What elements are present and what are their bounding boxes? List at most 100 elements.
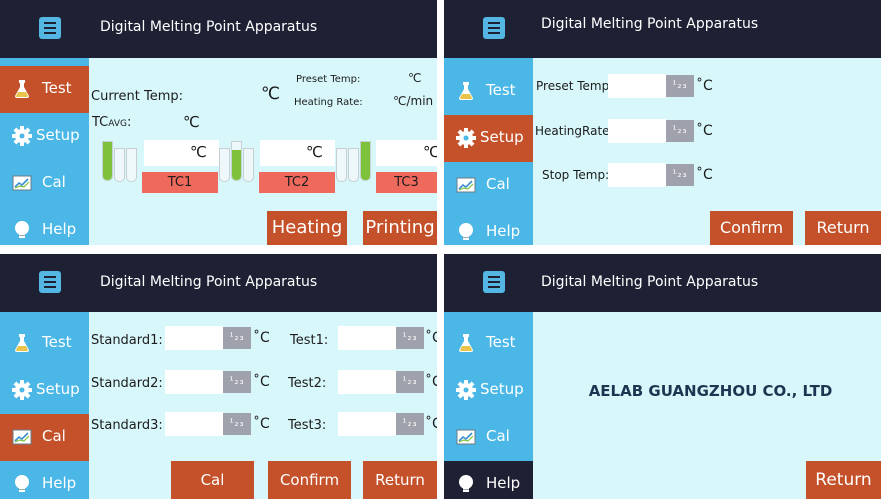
bulb-icon xyxy=(12,220,32,240)
capillary-tube xyxy=(348,148,359,182)
tc1-label: TC1 xyxy=(142,172,218,193)
standard1-unit: ˚C xyxy=(253,330,270,346)
return-button[interactable]: Return xyxy=(806,461,881,499)
app-title: Digital Melting Point Apparatus xyxy=(100,274,318,290)
nav-setup[interactable]: Setup xyxy=(0,367,89,414)
tc2-label: TC2 xyxy=(259,172,335,193)
heating-rate-unit: ˚C xyxy=(696,123,713,139)
menu-icon[interactable] xyxy=(39,271,61,293)
test3-input[interactable] xyxy=(338,412,396,436)
standard2-label: Standard2: xyxy=(91,376,163,391)
nav-help[interactable]: Help xyxy=(444,461,533,499)
current-temp-unit: ℃ xyxy=(261,84,281,104)
test1-input[interactable] xyxy=(338,326,396,350)
nav-test[interactable]: Test xyxy=(0,320,89,367)
standard1-label: Standard1: xyxy=(91,333,163,348)
capillary-tube xyxy=(114,148,125,182)
confirm-button[interactable]: Confirm xyxy=(268,461,351,499)
preset-temp-unit: ℃ xyxy=(408,71,422,85)
nav-help[interactable]: Help xyxy=(444,209,533,245)
stop-temp-unit: ˚C xyxy=(696,167,713,183)
standard2-input[interactable] xyxy=(165,370,223,394)
keypad-icon[interactable]: ¹₂₃ xyxy=(666,75,694,97)
test2-input[interactable] xyxy=(338,370,396,394)
nav-setup[interactable]: Setup xyxy=(444,115,533,162)
test1-unit: ˚C xyxy=(425,330,437,346)
standard3-input[interactable] xyxy=(165,412,223,436)
flask-icon xyxy=(12,333,32,353)
standard2-unit: ˚C xyxy=(253,374,270,390)
chart-icon xyxy=(456,175,476,195)
keypad-icon[interactable]: ¹₂₃ xyxy=(223,371,251,393)
keypad-icon[interactable]: ¹₂₃ xyxy=(666,120,694,142)
nav-cal[interactable]: Cal xyxy=(0,414,89,461)
keypad-icon[interactable]: ¹₂₃ xyxy=(223,327,251,349)
tc1-unit: ℃ xyxy=(190,143,207,161)
nav-cal[interactable]: Cal xyxy=(0,160,89,207)
tc3-unit: ℃ xyxy=(423,143,437,161)
preset-temp-label: Preset Temp: xyxy=(536,79,614,93)
preset-temp-label: Preset Temp: xyxy=(296,74,361,85)
nav-cal[interactable]: Cal xyxy=(444,414,533,461)
keypad-icon[interactable]: ¹₂₃ xyxy=(396,327,424,349)
gear-icon xyxy=(12,380,32,400)
menu-icon[interactable] xyxy=(483,271,505,293)
menu-icon[interactable] xyxy=(39,17,61,39)
nav-test[interactable]: Test xyxy=(444,68,533,115)
standard3-label: Standard3: xyxy=(91,418,163,433)
return-button[interactable]: Return xyxy=(805,211,881,245)
stop-temp-input[interactable] xyxy=(608,163,666,187)
app-title: Digital Melting Point Apparatus xyxy=(100,19,318,35)
return-button[interactable]: Return xyxy=(363,461,437,499)
capillary-tube xyxy=(336,148,347,182)
capillary-tube xyxy=(219,148,230,182)
tube-fill xyxy=(103,142,112,180)
bulb-icon xyxy=(456,474,476,494)
chart-icon xyxy=(456,427,476,447)
tc-avg-label-sub: AVG xyxy=(108,119,127,129)
capillary-tube xyxy=(126,148,137,182)
tc-avg-label-main: TC xyxy=(92,115,109,130)
keypad-icon[interactable]: ¹₂₃ xyxy=(666,164,694,186)
nav-cal-label: Cal xyxy=(42,173,66,191)
help-screen-panel: Digital Melting Point Apparatus Test Set… xyxy=(444,254,881,499)
test2-unit: ˚C xyxy=(425,374,437,390)
printing-button[interactable]: Printing xyxy=(363,211,437,245)
setup-screen-panel: Digital Melting Point Apparatus Test Set… xyxy=(444,0,881,245)
current-temp-label: Current Temp: xyxy=(91,89,183,104)
tc1-value-field xyxy=(144,140,219,166)
nav-test[interactable]: Test xyxy=(444,320,533,367)
nav-test[interactable]: Test xyxy=(0,66,89,113)
keypad-icon[interactable]: ¹₂₃ xyxy=(396,413,424,435)
tc-avg-label: TCAVG: xyxy=(92,115,131,130)
gear-icon xyxy=(12,126,32,146)
heating-rate-input[interactable] xyxy=(608,119,666,143)
standard1-input[interactable] xyxy=(165,326,223,350)
nav-setup-label: Setup xyxy=(480,380,524,398)
tube-fill xyxy=(361,142,370,180)
menu-icon[interactable] xyxy=(483,17,505,39)
nav-setup[interactable]: Setup xyxy=(444,367,533,414)
confirm-button[interactable]: Confirm xyxy=(710,211,793,245)
heating-button[interactable]: Heating xyxy=(267,211,347,245)
sidebar: Test Setup Cal Help xyxy=(0,312,89,499)
nav-help[interactable]: Help xyxy=(0,207,89,245)
gear-icon xyxy=(456,128,476,148)
chart-icon xyxy=(12,427,32,447)
flask-icon xyxy=(456,333,476,353)
keypad-icon[interactable]: ¹₂₃ xyxy=(396,371,424,393)
nav-help[interactable]: Help xyxy=(0,461,89,499)
nav-cal-label: Cal xyxy=(486,427,510,445)
sidebar: Test Setup Cal Help xyxy=(0,58,89,245)
nav-cal[interactable]: Cal xyxy=(444,162,533,209)
heating-rate-unit: ℃/min xyxy=(393,94,434,108)
cal-button[interactable]: Cal xyxy=(171,461,254,499)
preset-temp-input[interactable] xyxy=(608,74,666,98)
test-screen-panel: Digital Melting Point Apparatus Test Set… xyxy=(0,0,437,245)
nav-help-label: Help xyxy=(42,220,77,238)
title-bar: Digital Melting Point Apparatus xyxy=(444,254,881,312)
nav-setup[interactable]: Setup xyxy=(0,113,89,160)
nav-cal-label: Cal xyxy=(486,175,510,193)
tc2-unit: ℃ xyxy=(306,143,323,161)
keypad-icon[interactable]: ¹₂₃ xyxy=(223,413,251,435)
